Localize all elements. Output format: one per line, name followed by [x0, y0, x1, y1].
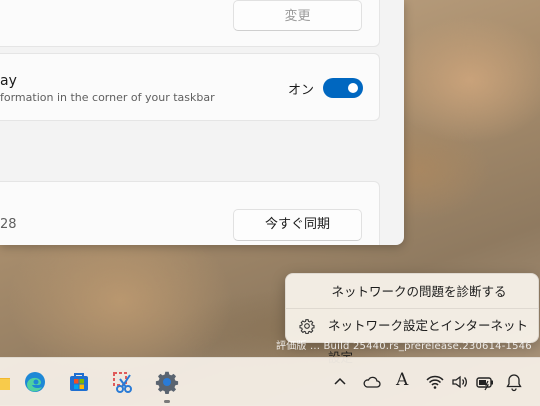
settings-icon[interactable] [155, 370, 179, 394]
menu-separator [286, 308, 538, 309]
taskbar: A [0, 357, 540, 406]
edge-icon[interactable] [23, 370, 47, 394]
toggle-switch[interactable] [323, 78, 363, 98]
volume-icon[interactable] [450, 372, 470, 392]
toggle-setting-title: ay [0, 73, 17, 89]
toggle-state-label: オン [288, 83, 315, 98]
notification-icon[interactable] [504, 372, 524, 392]
settings-window: 変更 ay formation in the corner of your ta… [0, 0, 404, 245]
active-app-indicator [164, 400, 170, 403]
snipping-tool-icon[interactable] [111, 370, 135, 394]
toggle-knob [348, 83, 358, 93]
wifi-icon[interactable] [425, 372, 445, 392]
gear-icon [299, 319, 315, 334]
battery-icon[interactable] [475, 372, 495, 392]
change-button[interactable]: 変更 [233, 0, 362, 31]
toggle-setting-description: formation in the corner of your taskbar [0, 91, 215, 104]
cloud-icon[interactable] [362, 372, 382, 392]
chevron-up-icon[interactable] [330, 372, 350, 392]
network-context-menu: ネットワークの問題を診断する ネットワーク設定とインターネット設定 [285, 273, 539, 365]
evaluation-watermark: 評価版 ... Build 25440.rs_prerelease.230614… [276, 341, 532, 352]
store-icon[interactable] [67, 370, 91, 394]
sync-now-button[interactable]: 今すぐ同期 [233, 209, 362, 241]
menu-item-diagnose[interactable]: ネットワークの問題を診断する [286, 276, 538, 308]
sync-value-text: 28 [0, 217, 17, 232]
ime-indicator[interactable]: A [396, 370, 408, 390]
folder-icon[interactable] [0, 370, 12, 394]
